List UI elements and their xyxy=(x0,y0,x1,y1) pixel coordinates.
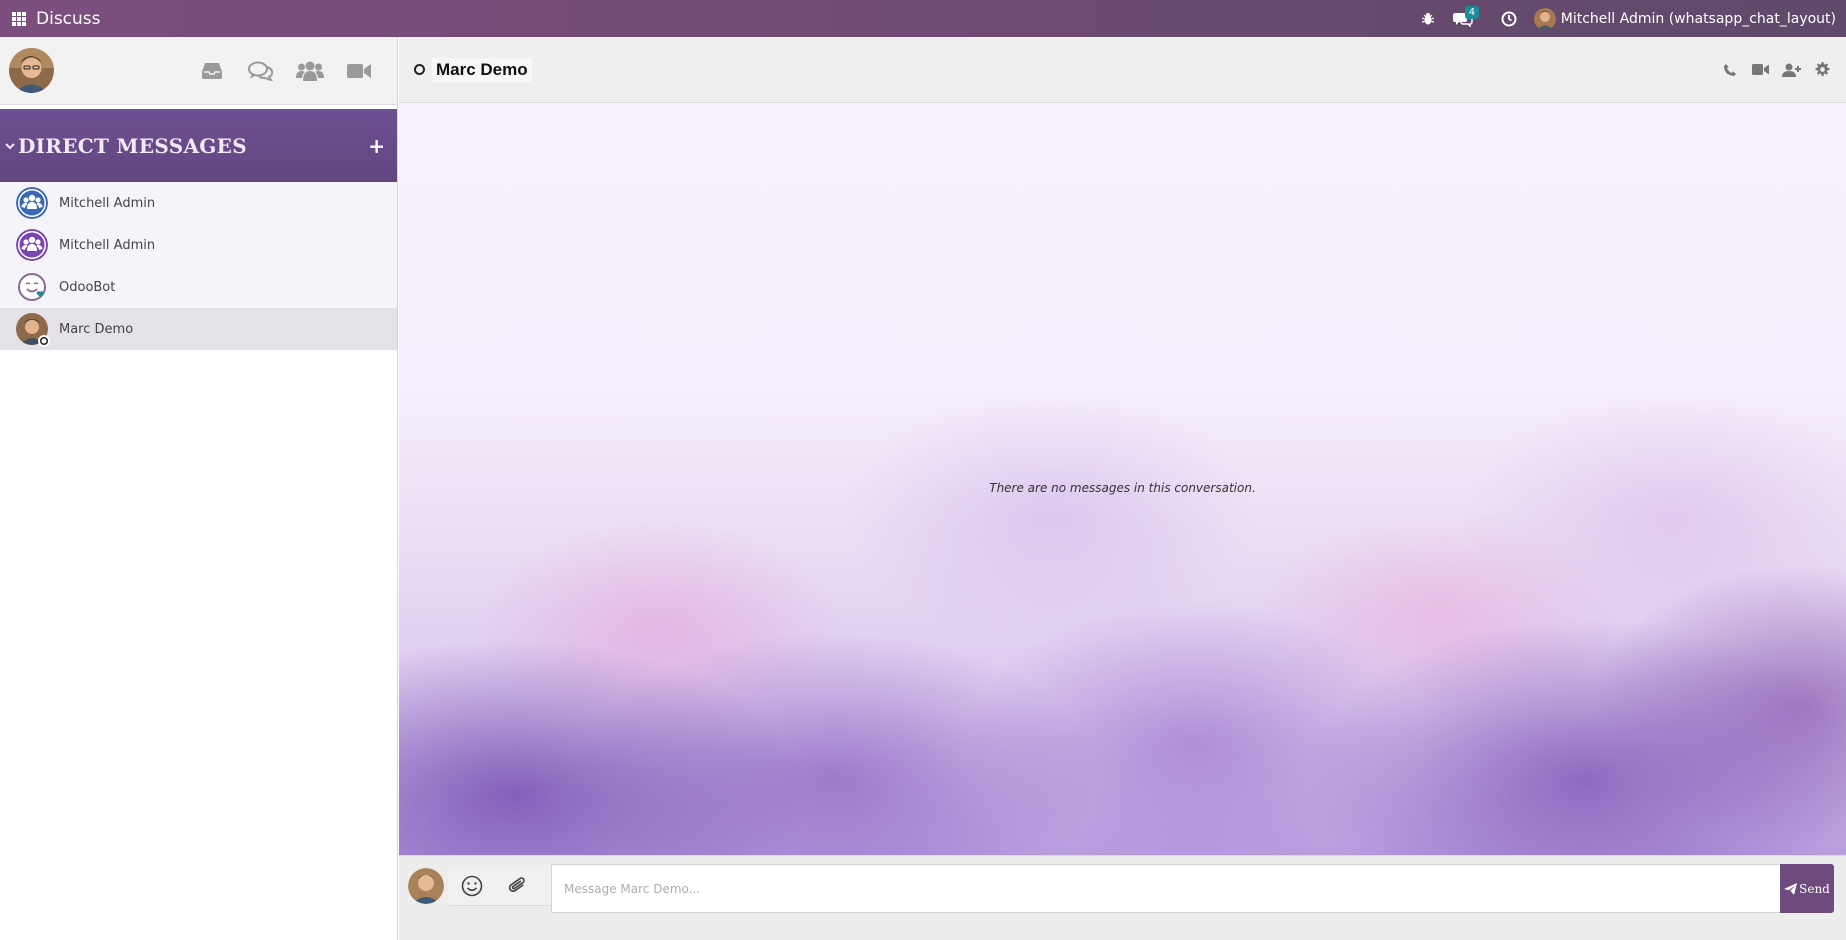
empty-conversation-message: There are no messages in this conversati… xyxy=(989,481,1256,495)
dm-item-label: Mitchell Admin xyxy=(59,195,156,211)
thread-panel: Marc Demo There are no messages in this … xyxy=(399,37,1846,940)
paperclip-icon xyxy=(508,876,525,892)
meetings-button[interactable] xyxy=(334,51,383,91)
chat-bubbles-icon xyxy=(247,61,273,81)
apps-menu-icon[interactable] xyxy=(12,11,26,26)
user-menu[interactable]: Mitchell Admin (whatsapp_chat_layout) xyxy=(1526,7,1846,30)
messages-menu[interactable]: 4 xyxy=(1444,0,1482,37)
phone-icon xyxy=(1723,63,1736,76)
direct-messages-header: DIRECT MESSAGES + xyxy=(0,109,397,182)
message-list: There are no messages in this conversati… xyxy=(399,103,1846,855)
start-call-button[interactable] xyxy=(1714,55,1745,85)
settings-button[interactable] xyxy=(1807,55,1838,85)
thread-header: Marc Demo xyxy=(399,37,1846,103)
composer-user-avatar xyxy=(408,868,444,904)
message-composer: Send xyxy=(399,855,1846,940)
user-avatar xyxy=(1533,7,1556,30)
dm-item-label: Marc Demo xyxy=(59,321,134,337)
inbox-icon xyxy=(201,62,222,79)
top-navbar: Discuss 4 Mitchell Admin (whatsapp_chat_… xyxy=(0,0,1846,37)
video-camera-icon xyxy=(1751,64,1769,75)
chats-button[interactable] xyxy=(236,51,285,91)
user-name-label: Mitchell Admin (whatsapp_chat_layout) xyxy=(1560,10,1836,27)
direct-messages-title: DIRECT MESSAGES xyxy=(18,133,247,158)
paper-plane-icon xyxy=(1784,882,1798,895)
emoji-button[interactable] xyxy=(449,866,495,906)
group-avatar-icon xyxy=(16,187,48,219)
dm-item-mitchell-admin-1[interactable]: Mitchell Admin xyxy=(0,182,397,224)
marc-demo-avatar xyxy=(16,313,50,347)
current-user-avatar[interactable] xyxy=(9,48,54,93)
app-name[interactable]: Discuss xyxy=(36,9,101,29)
video-camera-icon xyxy=(346,63,371,78)
offline-status-icon xyxy=(414,64,425,75)
dm-item-label: OdooBot xyxy=(59,279,116,295)
inbox-button[interactable] xyxy=(187,51,236,91)
thread-title[interactable]: Marc Demo xyxy=(432,57,532,82)
sidebar: DIRECT MESSAGES + Mitchell Admin Mitchel… xyxy=(0,37,398,940)
composer-toolbar xyxy=(449,866,551,906)
dm-item-mitchell-admin-2[interactable]: Mitchell Admin xyxy=(0,224,397,266)
users-group-icon xyxy=(295,61,324,81)
message-count-badge: 4 xyxy=(1464,6,1480,19)
add-direct-message-button[interactable]: + xyxy=(368,134,385,158)
send-button[interactable]: Send xyxy=(1780,864,1834,913)
smile-icon xyxy=(461,875,483,896)
group-avatar-icon xyxy=(16,229,48,261)
debug-bug-icon[interactable] xyxy=(1412,0,1444,37)
offline-status-icon xyxy=(38,335,50,347)
send-label: Send xyxy=(1799,881,1830,896)
attach-file-button[interactable] xyxy=(495,866,541,906)
gear-icon xyxy=(1815,62,1830,77)
dm-item-marc-demo[interactable]: Marc Demo xyxy=(0,308,397,350)
odoobot-avatar xyxy=(16,271,48,303)
dm-item-label: Mitchell Admin xyxy=(59,237,156,253)
activity-clock-icon[interactable] xyxy=(1492,0,1526,37)
start-video-call-button[interactable] xyxy=(1745,55,1776,85)
sidebar-header xyxy=(0,37,397,105)
channels-button[interactable] xyxy=(285,51,334,91)
chevron-down-icon[interactable] xyxy=(4,140,16,152)
direct-messages-list: Mitchell Admin Mitchell Admin OdooBot Ma… xyxy=(0,182,397,350)
add-users-button[interactable] xyxy=(1776,55,1807,85)
message-input[interactable] xyxy=(551,864,1781,913)
dm-item-odoobot[interactable]: OdooBot xyxy=(0,266,397,308)
user-plus-icon xyxy=(1781,63,1801,77)
